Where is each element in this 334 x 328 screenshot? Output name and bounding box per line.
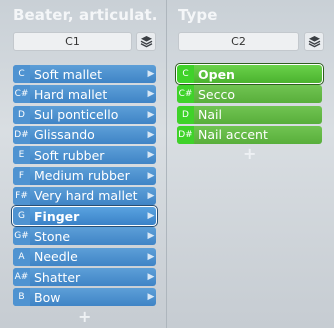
note-key: D# bbox=[177, 125, 194, 144]
add-type-button[interactable]: + bbox=[243, 144, 256, 163]
item-label: Nail accent bbox=[198, 127, 268, 143]
chevron-right-icon[interactable]: ▶ bbox=[146, 171, 156, 181]
note-key: F# bbox=[13, 186, 30, 205]
item-label: Shatter bbox=[34, 269, 81, 285]
chevron-right-icon[interactable]: ▶ bbox=[146, 211, 156, 221]
note-key: B bbox=[13, 288, 30, 307]
chevron-right-icon[interactable]: ▶ bbox=[146, 89, 156, 99]
layers-icon bbox=[140, 36, 152, 48]
item-label: Glissando bbox=[34, 127, 95, 143]
list-item[interactable]: G# Stone ▶ bbox=[13, 227, 156, 246]
list-item[interactable]: F Medium rubber ▶ bbox=[13, 166, 156, 185]
note-key: D# bbox=[13, 125, 30, 144]
chevron-right-icon[interactable]: ▶ bbox=[146, 150, 156, 160]
key-range-field[interactable]: C1 bbox=[13, 32, 132, 51]
note-key: C bbox=[13, 65, 30, 83]
list-item[interactable]: C# Hard mallet ▶ bbox=[13, 85, 156, 104]
layers-icon bbox=[308, 36, 320, 48]
item-label: Open bbox=[198, 66, 235, 82]
list-item[interactable]: A# Shatter ▶ bbox=[13, 268, 156, 286]
panel-title: Beater, articulat. bbox=[13, 6, 158, 24]
layers-button[interactable] bbox=[136, 32, 156, 51]
articulation-panel: Beater, articulat. C1 C Soft mallet ▶ C# Har… bbox=[0, 0, 166, 328]
list-item[interactable]: D# Nail accent bbox=[177, 125, 322, 144]
chevron-right-icon[interactable]: ▶ bbox=[146, 231, 156, 241]
chevron-right-icon[interactable]: ▶ bbox=[146, 130, 156, 140]
item-label: Sul ponticello bbox=[34, 107, 119, 123]
note-key: A bbox=[13, 247, 30, 266]
list-item[interactable]: C Open bbox=[176, 64, 323, 84]
list-item[interactable]: C# Secco bbox=[177, 85, 322, 104]
panel-title: Type bbox=[178, 6, 218, 24]
item-label: Soft rubber bbox=[34, 147, 105, 163]
item-label: Medium rubber bbox=[34, 168, 130, 183]
list-item[interactable]: F# Very hard mallet ▶ bbox=[13, 186, 156, 205]
list-item[interactable]: D Sul ponticello ▶ bbox=[13, 105, 156, 124]
item-label: Needle bbox=[34, 249, 78, 265]
note-key: A# bbox=[13, 268, 30, 286]
list-item[interactable]: E Soft rubber ▶ bbox=[13, 146, 156, 165]
note-key: G bbox=[13, 207, 30, 226]
note-key: E bbox=[13, 146, 30, 165]
item-label: Stone bbox=[34, 228, 71, 244]
list-item[interactable]: D# Glissando ▶ bbox=[13, 125, 156, 144]
list-item[interactable]: G Finger ▶ bbox=[12, 206, 157, 227]
item-label: Hard mallet bbox=[34, 86, 108, 102]
type-panel: Type C2 C Open C# Secco D Nail D# Nail accent + bbox=[167, 0, 334, 328]
note-key: C bbox=[177, 65, 194, 83]
chevron-right-icon[interactable]: ▶ bbox=[146, 110, 156, 120]
chevron-right-icon[interactable]: ▶ bbox=[146, 69, 156, 79]
chevron-right-icon[interactable]: ▶ bbox=[146, 191, 156, 201]
chevron-right-icon[interactable]: ▶ bbox=[146, 292, 156, 302]
note-key: G# bbox=[13, 227, 30, 246]
list-item[interactable]: D Nail bbox=[177, 105, 322, 124]
key-range-field[interactable]: C2 bbox=[178, 32, 299, 51]
chevron-right-icon[interactable]: ▶ bbox=[146, 252, 156, 262]
item-label: Bow bbox=[34, 289, 61, 305]
item-label: Very hard mallet bbox=[34, 188, 138, 204]
note-key: C# bbox=[13, 85, 30, 104]
item-label: Finger bbox=[34, 208, 80, 224]
note-key: F bbox=[13, 166, 30, 185]
list-item[interactable]: A Needle ▶ bbox=[13, 247, 156, 266]
add-articulation-button[interactable]: + bbox=[78, 307, 91, 326]
list-item[interactable]: C Soft mallet ▶ bbox=[13, 65, 156, 83]
item-label: Soft mallet bbox=[34, 66, 103, 82]
layers-button[interactable] bbox=[304, 32, 324, 51]
chevron-right-icon[interactable]: ▶ bbox=[146, 272, 156, 282]
item-label: Secco bbox=[198, 86, 236, 102]
note-key: D bbox=[13, 105, 30, 124]
item-label: Nail bbox=[198, 107, 222, 123]
note-key: C# bbox=[177, 85, 194, 104]
note-key: D bbox=[177, 105, 194, 124]
list-item[interactable]: B Bow ▶ bbox=[13, 288, 156, 307]
